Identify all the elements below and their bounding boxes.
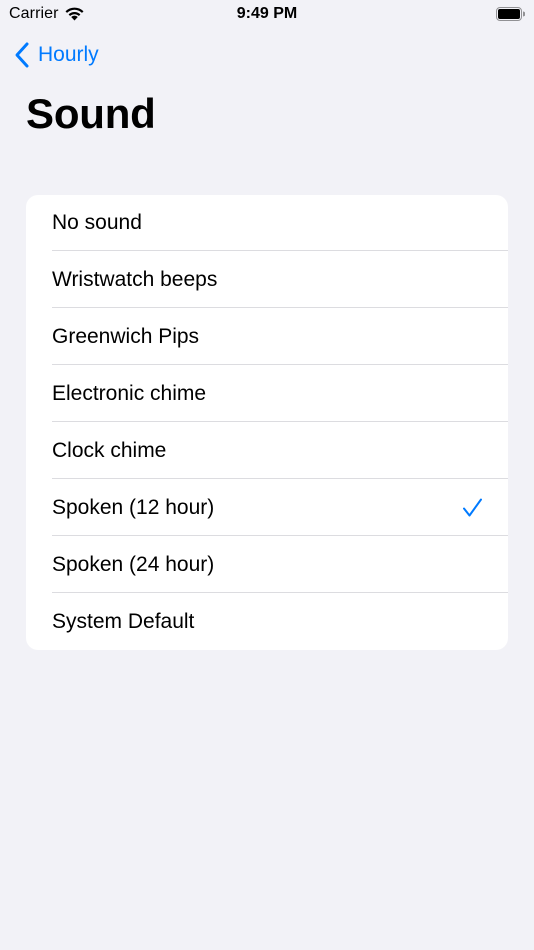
option-label: Clock chime <box>52 438 167 462</box>
option-wristwatch-beeps[interactable]: Wristwatch beeps <box>26 251 508 308</box>
option-spoken-24-hour[interactable]: Spoken (24 hour) <box>26 536 508 593</box>
sound-options-list: No sound Wristwatch beeps Greenwich Pips… <box>26 195 508 650</box>
clock-time: 9:49 PM <box>236 5 298 22</box>
checkmark-icon <box>463 498 482 517</box>
back-button[interactable]: Hourly <box>14 39 99 71</box>
option-greenwich-pips[interactable]: Greenwich Pips <box>26 308 508 365</box>
option-clock-chime[interactable]: Clock chime <box>26 422 508 479</box>
option-label: Spoken (12 hour) <box>52 495 215 519</box>
back-button-label: Hourly <box>38 43 99 66</box>
option-spoken-12-hour[interactable]: Spoken (12 hour) <box>26 479 508 536</box>
option-no-sound[interactable]: No sound <box>26 195 508 251</box>
status-bar: Carrier 9:49 PM <box>0 0 534 30</box>
option-label: No sound <box>52 211 142 234</box>
option-label: Wristwatch beeps <box>52 267 218 291</box>
option-electronic-chime[interactable]: Electronic chime <box>26 365 508 422</box>
option-label: System Default <box>52 609 195 633</box>
option-system-default[interactable]: System Default <box>26 593 508 650</box>
battery-icon <box>496 7 525 21</box>
option-label: Electronic chime <box>52 381 207 405</box>
chevron-left-icon <box>15 42 29 68</box>
option-label: Spoken (24 hour) <box>52 552 215 576</box>
page-title: Sound <box>26 90 156 137</box>
option-label: Greenwich Pips <box>52 324 200 348</box>
